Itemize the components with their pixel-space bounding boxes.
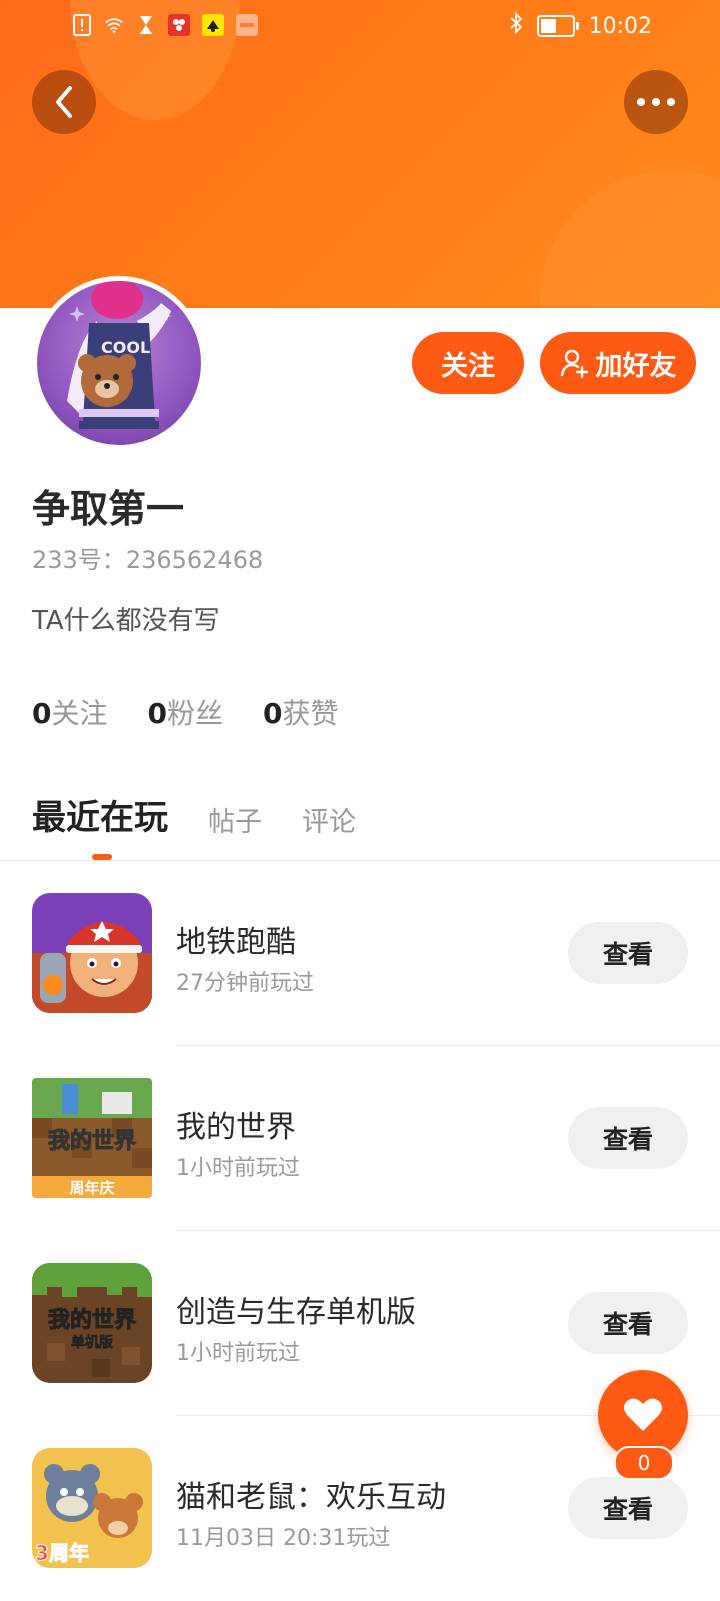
view-label: 查看 xyxy=(602,1125,653,1154)
stat-fans[interactable]: 0粉丝 xyxy=(148,692,224,732)
avatar[interactable]: COOL xyxy=(32,276,206,450)
game-name: 地铁跑酷 xyxy=(176,925,296,960)
view-button[interactable]: 查看 xyxy=(568,1107,688,1169)
status-time: 10:02 xyxy=(588,13,652,39)
app-notif-icon xyxy=(202,14,224,36)
wifi-icon xyxy=(104,14,124,36)
game-last-played: 11月03日 20:31玩过 xyxy=(176,1526,391,1551)
game-last-played: 27分钟前玩过 xyxy=(176,971,314,996)
view-label: 查看 xyxy=(602,1495,653,1524)
recent-games-list: 地铁跑酷 27分钟前玩过 查看 我的世界 周年庆 我的世界 1小时前玩过 查看 xyxy=(0,861,720,1601)
view-button[interactable]: 查看 xyxy=(568,922,688,984)
profile-tabs: 最近在玩 帖子 评论 xyxy=(32,790,356,839)
tab-comments[interactable]: 评论 xyxy=(302,800,356,839)
user-bio: TA什么都没有写 xyxy=(32,606,220,636)
more-dots-icon xyxy=(637,98,675,106)
stat-following[interactable]: 0关注 xyxy=(32,692,108,732)
game-icon-subtext: 单机版 xyxy=(71,1334,113,1351)
game-icon-text: 我的世界 xyxy=(48,1128,136,1154)
tab-recent-play[interactable]: 最近在玩 xyxy=(32,790,168,839)
chevron-left-icon xyxy=(56,86,72,118)
add-user-icon xyxy=(560,349,588,378)
game-last-played: 1小时前玩过 xyxy=(176,1341,300,1366)
list-item[interactable]: 我的世界 周年庆 我的世界 1小时前玩过 查看 xyxy=(0,1046,720,1231)
view-button[interactable]: 查看 xyxy=(568,1477,688,1539)
view-label: 查看 xyxy=(602,1310,653,1339)
game-icon-subway-surfers xyxy=(32,893,152,1013)
profile-stats: 0关注 0粉丝 0获赞 xyxy=(32,692,339,732)
stat-label: 关注 xyxy=(51,697,108,730)
stat-label: 粉丝 xyxy=(166,697,223,730)
game-name: 我的世界 xyxy=(176,1110,296,1145)
battery-icon xyxy=(536,15,579,37)
more-button[interactable] xyxy=(624,70,688,134)
game-name: 创造与生存单机版 xyxy=(176,1295,416,1330)
bluetooth-icon xyxy=(509,11,523,40)
avatar-image: COOL xyxy=(37,281,201,445)
username: 争取第一 xyxy=(32,487,185,531)
add-friend-label: 加好友 xyxy=(595,350,677,382)
stat-number: 0 xyxy=(263,697,283,730)
back-button[interactable] xyxy=(32,70,96,134)
game-icon-minecraft: 我的世界 周年庆 xyxy=(32,1078,152,1198)
like-count-badge: 0 xyxy=(614,1446,674,1480)
game-icon-text: 3周年 xyxy=(35,1541,89,1565)
user-id: 233号：236562468 xyxy=(32,546,264,574)
app-notif-icon xyxy=(236,14,258,36)
game-last-played: 1小时前玩过 xyxy=(176,1156,300,1181)
follow-label: 关注 xyxy=(441,350,495,382)
game-icon-subtext: 周年庆 xyxy=(69,1179,114,1197)
stat-number: 0 xyxy=(147,697,167,730)
status-bar: 10:02 xyxy=(0,0,720,56)
banner-decoration xyxy=(540,170,720,308)
game-icon-tom-and-jerry: 3周年 xyxy=(32,1448,152,1568)
list-item[interactable]: 地铁跑酷 27分钟前玩过 查看 xyxy=(0,861,720,1046)
follow-button[interactable]: 关注 xyxy=(412,332,524,394)
stat-number: 0 xyxy=(32,697,52,730)
game-icon-survival: 我的世界 单机版 xyxy=(32,1263,152,1383)
stat-label: 获赞 xyxy=(282,697,339,730)
tab-posts[interactable]: 帖子 xyxy=(208,800,262,839)
alert-icon xyxy=(72,14,92,36)
view-button[interactable]: 查看 xyxy=(568,1292,688,1354)
stat-likes[interactable]: 0获赞 xyxy=(263,692,339,732)
heart-icon xyxy=(624,1398,662,1431)
add-friend-button[interactable]: 加好友 xyxy=(540,332,696,394)
game-icon-text: 我的世界 xyxy=(48,1307,136,1333)
game-name: 猫和老鼠：欢乐互动 xyxy=(176,1480,446,1515)
hourglass-icon xyxy=(136,14,156,36)
app-notif-icon xyxy=(168,14,190,36)
view-label: 查看 xyxy=(602,940,653,969)
